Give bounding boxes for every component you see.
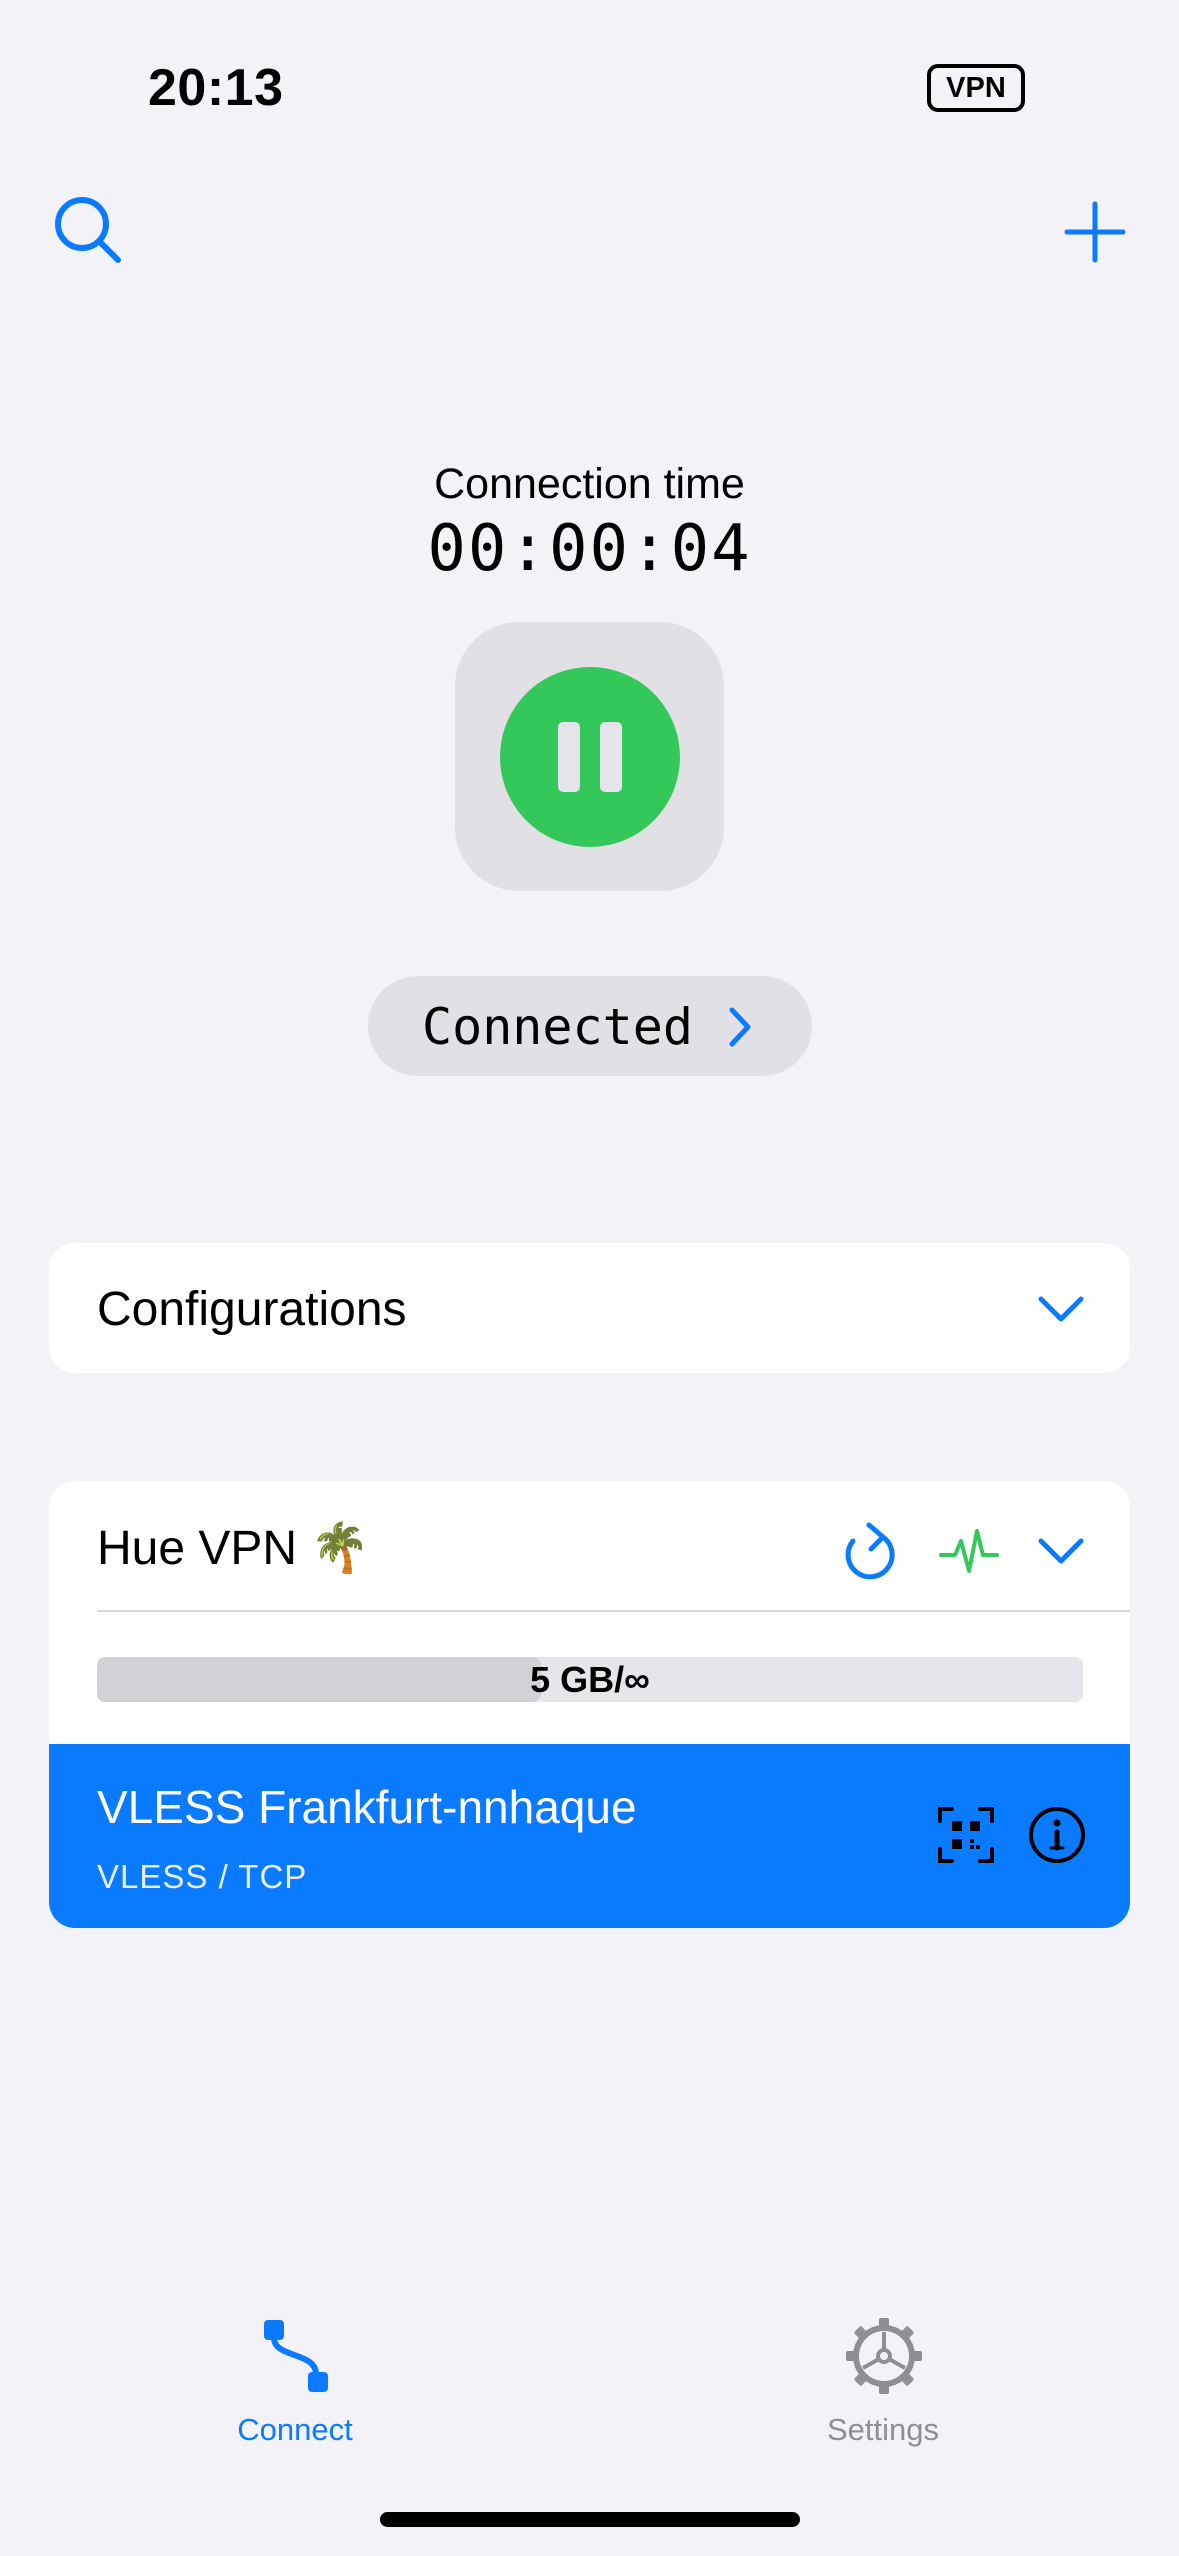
search-icon: [55, 197, 121, 263]
info-icon[interactable]: [1026, 1804, 1088, 1866]
connection-timer: 00:00:04: [427, 512, 752, 586]
pause-icon-bar: [600, 722, 622, 792]
connection-time-label: Connection time: [434, 460, 745, 508]
chevron-down-icon: [1038, 1296, 1084, 1322]
subscription-group-card: Hue VPN 🌴 5 GB/∞ VLESS Frankfurt-nnhaque…: [49, 1481, 1130, 1928]
connection-status-text: Connected: [422, 998, 693, 1056]
path-nodes-icon: [264, 2320, 328, 2392]
tab-settings[interactable]: Settings: [808, 2316, 958, 2456]
group-title: Hue VPN 🌴: [97, 1522, 371, 1575]
tab-connect[interactable]: Connect: [220, 2316, 370, 2456]
traffic-quota-text: 5 GB/∞: [530, 1659, 650, 1700]
pause-icon: [558, 722, 580, 792]
refresh-icon[interactable]: [839, 1519, 899, 1585]
tab-settings-label: Settings: [826, 2412, 939, 2447]
qr-code-icon[interactable]: [936, 1805, 996, 1865]
home-indicator[interactable]: [380, 2512, 800, 2527]
server-protocol: VLESS / TCP: [97, 1858, 308, 1895]
pause-connection-button[interactable]: [500, 667, 680, 847]
divider: [97, 1610, 1130, 1612]
ping-test-icon[interactable]: [939, 1521, 999, 1583]
server-row-selected[interactable]: VLESS Frankfurt-nnhaque VLESS / TCP: [49, 1744, 1130, 1928]
add-config-button[interactable]: [1055, 192, 1135, 272]
traffic-quota-bar: 5 GB/∞: [97, 1657, 1083, 1702]
gear-icon: [846, 2318, 922, 2394]
configurations-row[interactable]: Configurations: [49, 1243, 1130, 1373]
chevron-down-icon[interactable]: [1036, 1529, 1086, 1573]
server-name: VLESS Frankfurt-nnhaque: [97, 1781, 637, 1833]
connection-status-button[interactable]: Connected: [368, 976, 812, 1076]
search-button[interactable]: [50, 192, 130, 272]
status-time: 20:13: [148, 59, 284, 117]
chevron-right-icon: [729, 1007, 751, 1047]
tab-connect-label: Connect: [237, 2412, 353, 2447]
vpn-status-badge: VPN: [927, 64, 1025, 112]
plus-icon: [1064, 201, 1126, 263]
configurations-label: Configurations: [97, 1283, 407, 1336]
